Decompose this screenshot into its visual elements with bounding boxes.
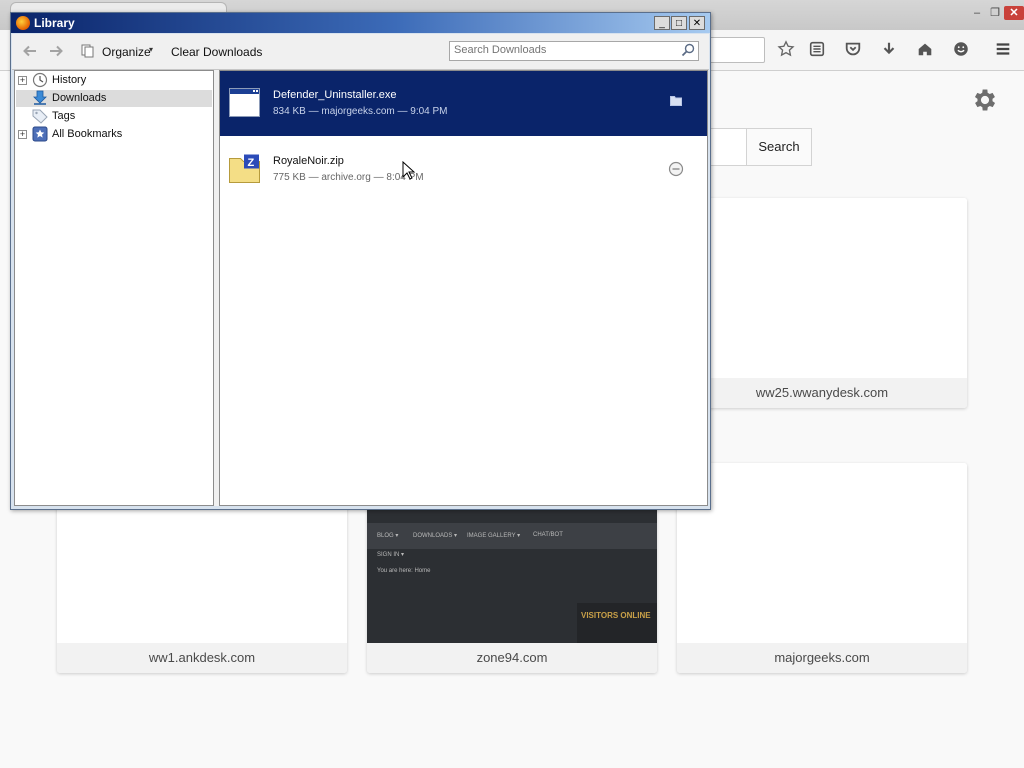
- firefox-close-button[interactable]: ✕: [1004, 6, 1024, 20]
- sidebar-item-all-bookmarks[interactable]: + All Bookmarks: [16, 126, 212, 143]
- tile-caption: ww25.wwanydesk.com: [677, 378, 967, 408]
- site-side-panel: [577, 603, 657, 643]
- search-downloads-field[interactable]: [449, 41, 699, 61]
- hamburger-menu-icon[interactable]: [992, 40, 1014, 62]
- library-title: Library: [34, 16, 75, 30]
- web-search-input[interactable]: [706, 128, 747, 166]
- search-icon[interactable]: [680, 43, 696, 59]
- site-nav-item: BLOG ▾: [377, 533, 399, 539]
- reading-list-icon[interactable]: [806, 40, 828, 62]
- download-filename: RoyaleNoir.zip: [273, 155, 344, 167]
- download-icon: [32, 90, 48, 106]
- download-details: 834 KB — majorgeeks.com — 9:04 PM: [273, 106, 448, 117]
- sidebar-item-tags[interactable]: Tags: [16, 108, 212, 125]
- sidebar-item-label: Tags: [52, 110, 76, 122]
- chevron-down-icon[interactable]: ▾: [149, 45, 153, 54]
- url-bar[interactable]: [706, 37, 765, 63]
- tile-thumbnail: [677, 198, 967, 378]
- sidebar-item-label: History: [52, 74, 87, 86]
- library-close-button[interactable]: ✕: [689, 16, 705, 30]
- forward-arrow-icon[interactable]: [47, 43, 65, 61]
- site-breadcrumb: You are here: Home: [377, 568, 431, 574]
- bookmarks-icon: [32, 126, 48, 142]
- download-arrow-icon[interactable]: [878, 40, 900, 62]
- pocket-icon[interactable]: [842, 40, 864, 62]
- library-window: Library _ □ ✕ Organize ▾ Clear Downloads…: [10, 12, 711, 510]
- search-downloads-input[interactable]: [454, 44, 678, 56]
- open-folder-icon[interactable]: [668, 95, 684, 111]
- back-arrow-icon[interactable]: [21, 43, 39, 61]
- site-nav-item: IMAGE GALLERY ▾: [467, 533, 521, 539]
- library-maximize-button[interactable]: □: [671, 16, 687, 30]
- sidebar-item-history[interactable]: + History: [16, 72, 212, 89]
- top-site-tile[interactable]: ww25.wwanydesk.com: [677, 198, 967, 408]
- sidebar-item-downloads[interactable]: Downloads: [16, 90, 212, 107]
- download-item[interactable]: Z RoyaleNoir.zip 775 KB — archive.org — …: [220, 137, 707, 202]
- home-icon[interactable]: [914, 40, 936, 62]
- library-titlebar[interactable]: Library _ □ ✕: [11, 13, 710, 33]
- firefox-minimize-button[interactable]: –: [968, 6, 986, 20]
- tag-icon: [32, 108, 48, 124]
- downloads-list: Defender_Uninstaller.exe 834 KB — majorg…: [219, 70, 708, 506]
- library-sidebar-tree: + History Downloads Tags + All Bookmarks: [14, 70, 214, 506]
- library-minimize-button[interactable]: _: [654, 16, 670, 30]
- svg-text:Z: Z: [248, 157, 255, 169]
- expand-toggle[interactable]: +: [18, 130, 27, 139]
- organize-button[interactable]: Organize: [102, 45, 151, 59]
- firefox-restore-button[interactable]: ❐: [986, 6, 1004, 20]
- mouse-cursor-icon: [402, 160, 416, 181]
- tile-caption: ww1.ankdesk.com: [57, 643, 347, 673]
- sidebar-item-label: All Bookmarks: [52, 128, 123, 140]
- gear-icon[interactable]: [970, 86, 1000, 116]
- retry-icon[interactable]: [668, 161, 684, 177]
- organize-icon[interactable]: [81, 44, 95, 58]
- sidebar-item-label: Downloads: [52, 92, 107, 104]
- library-toolbar: Organize ▾ Clear Downloads: [12, 34, 709, 70]
- firefox-logo-icon: [16, 16, 30, 30]
- site-sub-nav: SIGN IN ▾: [377, 552, 405, 558]
- expand-toggle[interactable]: +: [18, 76, 27, 85]
- download-item[interactable]: Defender_Uninstaller.exe 834 KB — majorg…: [220, 71, 707, 136]
- clear-downloads-button[interactable]: Clear Downloads: [171, 45, 262, 59]
- site-nav-item: DOWNLOADS ▾: [413, 533, 458, 539]
- star-icon[interactable]: [775, 40, 797, 62]
- web-search-button[interactable]: Search: [746, 128, 812, 166]
- clock-icon: [32, 72, 48, 88]
- hello-icon[interactable]: [950, 40, 972, 62]
- site-visitors-label: VISITORS ONLINE: [581, 611, 651, 620]
- tile-thumbnail: [677, 463, 967, 643]
- top-site-tile[interactable]: majorgeeks.com: [677, 463, 967, 673]
- zip-file-icon: Z: [229, 154, 260, 183]
- exe-file-icon: [229, 88, 260, 117]
- download-filename: Defender_Uninstaller.exe: [273, 89, 397, 101]
- tile-caption: majorgeeks.com: [677, 643, 967, 673]
- tile-caption: zone94.com: [367, 643, 657, 673]
- site-nav-item: CHAT/BOT: [533, 532, 563, 538]
